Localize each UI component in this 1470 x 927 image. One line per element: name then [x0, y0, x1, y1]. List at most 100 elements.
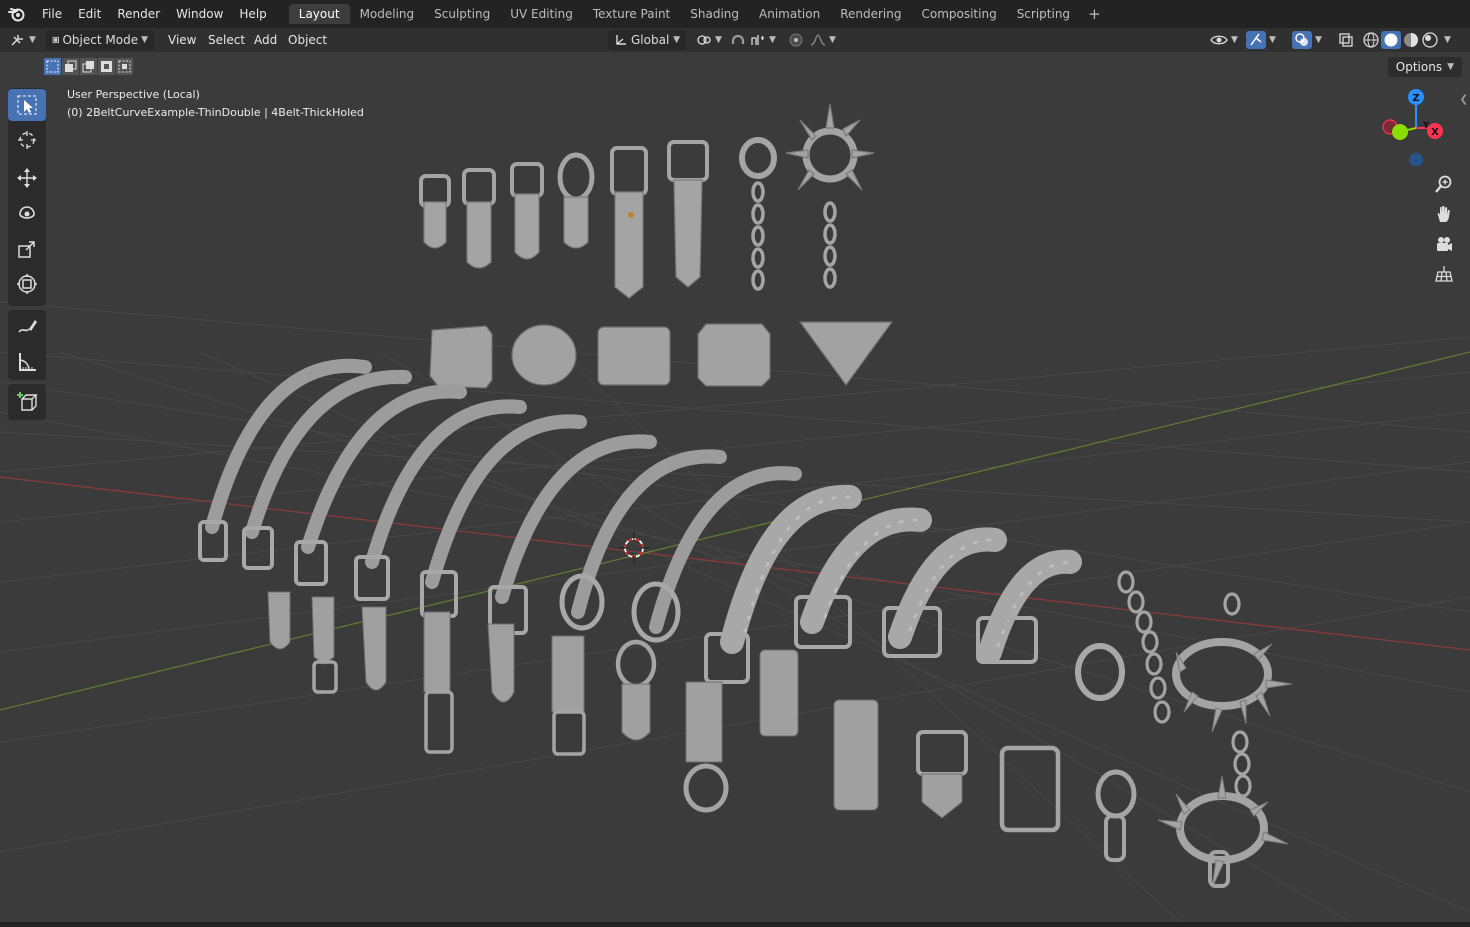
options-label: Options	[1395, 60, 1443, 74]
chevron-down-icon: ▼	[1315, 35, 1322, 45]
orientation-label: Global	[631, 33, 670, 47]
options-dropdown[interactable]: Options ▼	[1387, 57, 1462, 77]
select-extend-mode-button[interactable]	[62, 58, 79, 75]
chevron-down-icon: ▼	[715, 35, 722, 45]
select-invert-mode-button[interactable]	[98, 58, 115, 75]
solid-shading-icon[interactable]	[1383, 32, 1399, 48]
select-intersect-mode-button[interactable]	[116, 58, 133, 75]
menu-view[interactable]: View	[168, 30, 196, 50]
add-cube-tool[interactable]	[8, 386, 46, 418]
y-axis-line	[0, 351, 1470, 711]
overlays-toggle[interactable]: ▼	[1292, 30, 1322, 50]
mode-dropdown[interactable]: Object Mode ▼	[46, 30, 154, 50]
blender-logo-icon[interactable]	[6, 3, 28, 25]
tab-scripting[interactable]: Scripting	[1007, 4, 1080, 24]
add-cube-icon	[17, 392, 38, 411]
transform-tool[interactable]	[8, 268, 46, 300]
menu-window[interactable]: Window	[168, 3, 231, 25]
viewport-header: ▼ Object Mode ▼ View Select Add Object G…	[0, 28, 1470, 52]
top-bar: File Edit Render Window Help Layout Mode…	[0, 0, 1470, 28]
transform-orientation-dropdown[interactable]: Global ▼	[608, 30, 686, 50]
tab-sculpting[interactable]: Sculpting	[424, 4, 500, 24]
cursor-tool[interactable]	[8, 124, 46, 156]
visibility-button[interactable]: ▼	[1210, 30, 1238, 50]
y-axis-ball[interactable]	[1392, 124, 1408, 140]
pivot-point-button[interactable]: ▼	[696, 30, 722, 50]
select-set-mode-button[interactable]	[44, 58, 61, 75]
tab-compositing[interactable]: Compositing	[911, 4, 1006, 24]
sidebar-toggle-icon[interactable]: ❮	[1460, 94, 1468, 105]
menu-select[interactable]: Select	[208, 30, 245, 50]
tab-modeling[interactable]: Modeling	[350, 4, 425, 24]
measure-icon	[19, 353, 36, 371]
menu-edit[interactable]: Edit	[70, 3, 109, 25]
magnet-icon	[731, 34, 745, 44]
object-mode-icon	[52, 36, 59, 44]
rotate-icon	[19, 206, 35, 219]
xray-toggle[interactable]	[1338, 30, 1354, 50]
view-name-label: User Perspective (Local)	[67, 88, 200, 101]
chevron-down-icon: ▼	[829, 35, 836, 45]
move-tool[interactable]	[8, 162, 46, 194]
rendered-shading-icon[interactable]	[1421, 31, 1439, 49]
tab-rendering[interactable]: Rendering	[830, 4, 911, 24]
select-subtract-icon	[82, 61, 94, 73]
editor-type-button[interactable]: ▼	[10, 30, 36, 50]
chevron-down-icon: ▼	[1447, 62, 1454, 72]
navigation-gizmo[interactable]: Z Y X	[1376, 86, 1456, 166]
model-buckle-tabs	[419, 103, 875, 299]
orientation-axes-icon	[616, 35, 626, 45]
menu-add[interactable]: Add	[254, 30, 277, 50]
select-box-tool[interactable]	[8, 89, 46, 121]
tab-uv-editing[interactable]: UV Editing	[500, 4, 583, 24]
tab-texture-paint[interactable]: Texture Paint	[583, 4, 680, 24]
chevron-down-icon: ▼	[673, 35, 680, 45]
proportional-icon	[789, 33, 803, 47]
gizmo-toggle[interactable]: ▼	[1246, 30, 1276, 50]
select-extend-icon	[65, 60, 77, 72]
scale-tool[interactable]	[8, 233, 46, 265]
transform-icon	[17, 274, 37, 294]
move-icon	[17, 168, 37, 188]
chevron-down-icon: ▼	[1444, 35, 1451, 45]
menu-object[interactable]: Object	[288, 30, 327, 50]
menu-file[interactable]: File	[34, 3, 70, 25]
model-belts	[205, 358, 1082, 664]
snap-increment-icon	[751, 35, 764, 45]
proportional-falloff-button[interactable]: ▼	[810, 30, 836, 50]
select-invert-icon	[101, 61, 112, 72]
annotate-tool[interactable]	[8, 310, 46, 342]
pan-button[interactable]	[1430, 200, 1458, 228]
snap-toggle[interactable]	[730, 30, 746, 50]
3d-viewport[interactable]: User Perspective (Local) (0) 2BeltCurveE…	[0, 52, 1470, 922]
select-new-icon	[46, 60, 59, 73]
scale-icon	[18, 241, 35, 258]
camera-view-button[interactable]	[1430, 230, 1458, 258]
tab-shading[interactable]: Shading	[680, 4, 749, 24]
measure-tool[interactable]	[8, 346, 46, 378]
select-subtract-mode-button[interactable]	[80, 58, 97, 75]
zoom-button[interactable]	[1430, 170, 1458, 198]
neg-z-axis-ball[interactable]	[1409, 153, 1423, 166]
chevron-down-icon: ▼	[1269, 35, 1276, 45]
wireframe-shading-icon[interactable]	[1362, 31, 1380, 49]
rotate-tool[interactable]	[8, 198, 46, 230]
chevron-down-icon: ▼	[29, 35, 36, 45]
ortho-toggle-button[interactable]	[1430, 260, 1458, 288]
grid-ortho-icon	[1435, 266, 1453, 282]
menu-help[interactable]: Help	[231, 3, 274, 25]
zoom-icon	[1435, 175, 1452, 193]
proportional-edit-toggle[interactable]	[788, 30, 804, 50]
material-shading-icon[interactable]	[1402, 31, 1420, 49]
menu-render[interactable]: Render	[109, 3, 168, 25]
overlays-icon	[1295, 33, 1308, 46]
snap-target-button[interactable]: ▼	[750, 30, 776, 50]
object-info-label: (0) 2BeltCurveExample-ThinDouble | 4Belt…	[67, 106, 364, 119]
z-axis-label: Z	[1412, 93, 1419, 104]
tab-animation[interactable]: Animation	[749, 4, 830, 24]
mode-label: Object Mode	[62, 33, 139, 47]
tab-layout[interactable]: Layout	[288, 4, 350, 24]
add-workspace-button[interactable]: +	[1080, 5, 1109, 23]
select-intersect-icon	[118, 60, 131, 73]
cursor-icon	[18, 131, 36, 149]
